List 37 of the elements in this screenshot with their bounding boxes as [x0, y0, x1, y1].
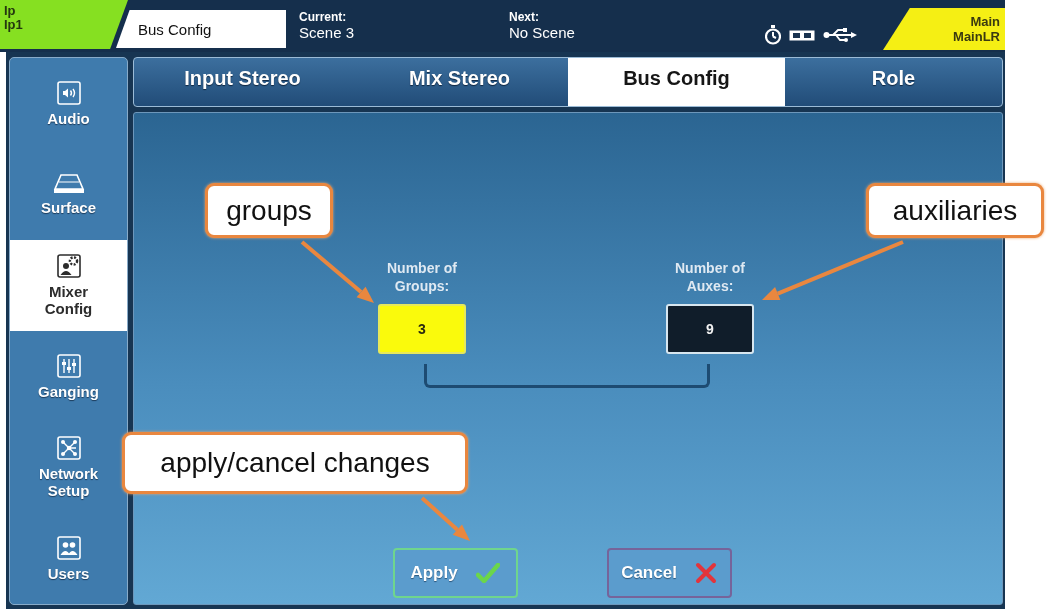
callout-tooltip: auxiliaries	[866, 183, 1044, 238]
mix-name: MainLR	[953, 29, 1000, 44]
stopwatch-icon	[765, 25, 781, 45]
usb-icon	[823, 28, 857, 42]
page-title: Bus Config	[116, 10, 286, 48]
user-label: Ip1	[4, 18, 24, 32]
field-label: Number of Auxes:	[674, 259, 746, 295]
faders-icon	[56, 353, 81, 378]
callout-tooltip: apply/cancel changes	[122, 432, 468, 494]
user-short-label: Ip	[4, 4, 17, 18]
check-icon	[475, 563, 500, 583]
person-gear-icon	[56, 254, 81, 278]
callout-tooltip: groups	[205, 183, 333, 238]
tab[interactable]: Bus Config	[568, 58, 785, 106]
speaker-icon	[56, 80, 81, 105]
close-icon	[694, 562, 717, 584]
tab[interactable]: Role	[785, 58, 1002, 106]
sidebar-item[interactable]: Mixer Config	[10, 240, 127, 331]
tab[interactable]: Input Stereo	[134, 58, 351, 106]
network-icon	[56, 436, 81, 460]
next-scene-label: Next:	[509, 10, 540, 24]
users-icon	[56, 535, 81, 560]
value-field[interactable]: 3	[378, 304, 466, 354]
field-label: Number of Groups:	[386, 259, 458, 295]
pointer-arrow	[420, 496, 470, 541]
next-scene: No Scene	[509, 23, 576, 42]
sidebar-item[interactable]: Ganging	[10, 331, 127, 422]
desk-icon	[52, 173, 85, 194]
mix-label: Main	[970, 14, 1000, 29]
tab[interactable]: Mix Stereo	[351, 58, 568, 106]
value-field[interactable]: 9	[666, 304, 754, 354]
current-scene: Scene 3	[299, 23, 356, 42]
sidebar-item[interactable]: Audio	[10, 58, 127, 149]
sidebar-item[interactable]: Surface	[10, 149, 127, 240]
card-icon	[789, 29, 815, 41]
sidebar-item[interactable]: Users	[10, 513, 127, 604]
current-scene-label: Current:	[299, 10, 348, 24]
